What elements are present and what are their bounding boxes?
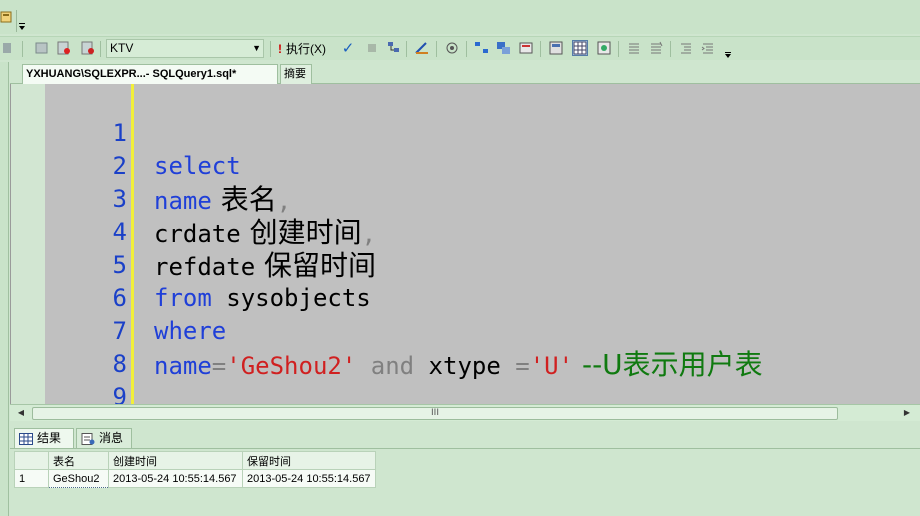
code-line: 9 xyxy=(11,348,911,411)
tab-sqlquery1[interactable]: YXHUANG\SQLEXPR...- SQLQuery1.sql* xyxy=(22,64,278,84)
query-options-icon[interactable] xyxy=(56,40,72,56)
specify-values-icon[interactable] xyxy=(444,40,460,56)
object-explorer-collapsed-edge xyxy=(0,62,9,516)
tab-summary[interactable]: 摘要 xyxy=(280,64,312,84)
database-select-value: KTV xyxy=(110,41,134,55)
connect-icon[interactable] xyxy=(0,40,16,56)
row-number[interactable]: 1 xyxy=(14,469,49,488)
database-select[interactable]: KTV ▼ xyxy=(106,39,264,58)
toolbar-overflow-chevron[interactable] xyxy=(720,43,736,59)
decrease-indent-icon[interactable] xyxy=(678,40,694,56)
column-header[interactable]: 创建时间 xyxy=(108,451,243,470)
properties-icon[interactable] xyxy=(0,8,14,26)
uncomment-lines-icon[interactable] xyxy=(648,40,664,56)
code-line: 1 select xyxy=(11,84,911,180)
grid-cell[interactable]: 2013-05-24 10:55:14.567 xyxy=(242,469,376,488)
code-line: 2 name 表名, xyxy=(11,117,911,216)
code-line: 5 from sysobjects xyxy=(11,216,911,312)
toolbar-separator xyxy=(22,41,23,57)
tab-results-label: 结果 xyxy=(37,431,62,445)
include-plan-icon[interactable] xyxy=(518,40,534,56)
execute-label: 执行(X) xyxy=(286,42,326,56)
toolbar-separator xyxy=(540,41,541,57)
grid-header-row: 表名 创建时间 保留时间 xyxy=(14,451,376,470)
code-line: 6 where xyxy=(11,249,911,345)
execute-icon: ! xyxy=(278,42,282,56)
disconnect-icon[interactable] xyxy=(80,40,96,56)
cancel-query-icon[interactable] xyxy=(364,40,380,56)
results-tab-row: 结果 消息 xyxy=(10,428,920,448)
toolbar-separator xyxy=(406,41,407,57)
grid-icon xyxy=(19,432,33,445)
column-header[interactable]: 保留时间 xyxy=(242,451,376,470)
estimated-plan-icon[interactable] xyxy=(474,40,490,56)
execute-button[interactable]: ! 执行(X) xyxy=(278,40,326,57)
increase-indent-icon[interactable] xyxy=(700,40,716,56)
tab-results[interactable]: 结果 xyxy=(14,428,74,448)
code-line: 8 xyxy=(11,315,911,378)
results-to-file-icon[interactable] xyxy=(596,40,612,56)
results-to-grid-icon[interactable] xyxy=(572,40,588,56)
toolbar-overflow-chevron[interactable] xyxy=(16,10,27,32)
toolbar-separator xyxy=(436,41,437,57)
toolbar-separator xyxy=(100,41,101,57)
scrollbar-thumb[interactable]: III xyxy=(32,407,838,420)
scroll-right-arrow-icon[interactable]: ▶ xyxy=(900,407,914,419)
toolbar-separator xyxy=(670,41,671,57)
query-designer-icon[interactable] xyxy=(414,40,430,56)
parse-checkmark-icon[interactable]: ✓ xyxy=(340,39,356,57)
results-pane: 表名 创建时间 保留时间 1 GeShou2 2013-05-24 10:55:… xyxy=(10,448,920,516)
column-header[interactable]: 表名 xyxy=(48,451,109,470)
chevron-down-icon: ▼ xyxy=(252,43,261,53)
sql-editor-toolbar: KTV ▼ ! 执行(X) ✓ xyxy=(0,36,920,60)
document-tab-row: YXHUANG\SQLEXPR...- SQLQuery1.sql* 摘要 xyxy=(10,62,920,84)
tab-messages[interactable]: 消息 xyxy=(76,428,132,448)
code-line: 7 name='GeShou2' and xtype ='U' --U表示用户表 xyxy=(11,282,911,381)
analyze-query-icon[interactable] xyxy=(496,40,512,56)
messages-icon xyxy=(81,432,95,445)
horizontal-scrollbar[interactable]: ◀ III ▶ xyxy=(10,404,920,421)
grid-cell-selected[interactable]: GeShou2 xyxy=(48,469,109,488)
toolbar-separator xyxy=(270,41,271,57)
display-plan-icon[interactable] xyxy=(386,40,402,56)
toolbar-separator xyxy=(466,41,467,57)
top-toolbar xyxy=(0,0,920,34)
code-line: 3 crdate 创建时间, xyxy=(11,150,911,249)
scrollbar-grip: III xyxy=(431,408,439,418)
tab-messages-label: 消息 xyxy=(99,431,124,445)
code-line: 4 refdate 保留时间 xyxy=(11,183,911,282)
query-editor[interactable]: 1 select 2 name 表名, 3 crdate 创建时间, 4 ref… xyxy=(10,84,920,411)
comment-lines-icon[interactable] xyxy=(626,40,642,56)
table-row: 1 GeShou2 2013-05-24 10:55:14.567 2013-0… xyxy=(14,469,376,488)
client-statistics-icon[interactable] xyxy=(548,40,564,56)
grid-cell[interactable]: 2013-05-24 10:55:14.567 xyxy=(108,469,243,488)
toolbar-separator xyxy=(618,41,619,57)
change-connection-icon[interactable] xyxy=(34,40,50,56)
grid-corner[interactable] xyxy=(14,451,49,470)
scroll-left-arrow-icon[interactable]: ◀ xyxy=(14,407,28,419)
results-grid: 表名 创建时间 保留时间 1 GeShou2 2013-05-24 10:55:… xyxy=(14,451,376,488)
